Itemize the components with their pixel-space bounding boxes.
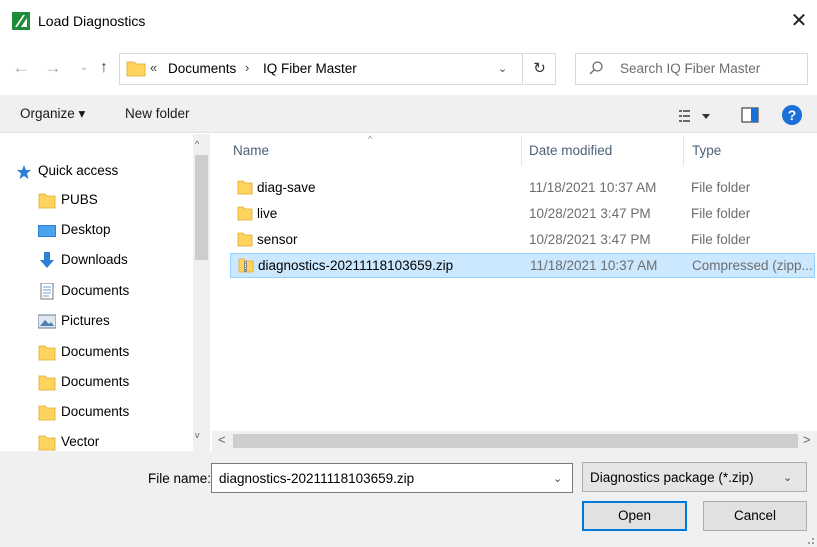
- nav-item-label: Desktop: [61, 222, 111, 237]
- nav-item-documents[interactable]: Documents ⚲: [38, 280, 221, 304]
- address-dropdown-icon[interactable]: ⌄: [498, 62, 507, 75]
- column-header-name[interactable]: Name: [233, 143, 269, 158]
- column-divider[interactable]: [683, 136, 684, 166]
- folder-icon: [237, 206, 253, 221]
- folder-icon: [38, 405, 56, 421]
- nav-item-label: Pictures: [61, 313, 110, 328]
- horizontal-scroll-thumb[interactable]: [233, 434, 798, 448]
- star-icon: [17, 165, 31, 179]
- zip-folder-icon: [238, 258, 254, 273]
- nav-item-documents-folder[interactable]: Documents: [38, 371, 188, 395]
- file-date: 10/28/2021 3:47 PM: [529, 206, 651, 221]
- preview-pane-icon[interactable]: [741, 107, 759, 123]
- nav-item-label: Downloads: [61, 252, 128, 267]
- folder-icon: [38, 375, 56, 391]
- file-name-label: File name:: [148, 471, 212, 486]
- file-row[interactable]: live 10/28/2021 3:47 PM File folder: [230, 202, 815, 227]
- download-icon: [40, 252, 54, 268]
- search-icon: [589, 61, 603, 75]
- file-date: 11/18/2021 10:37 AM: [529, 180, 657, 195]
- column-header-date[interactable]: Date modified: [529, 143, 612, 158]
- sort-ascending-icon: ^: [368, 134, 373, 144]
- search-placeholder: Search IQ Fiber Master: [620, 61, 761, 76]
- nav-item-documents-folder[interactable]: Documents: [38, 401, 188, 425]
- app-logo-icon: [12, 12, 30, 30]
- breadcrumb-overflow-icon[interactable]: «: [150, 60, 157, 75]
- nav-item-documents-folder[interactable]: Documents: [38, 341, 188, 365]
- pictures-icon: [38, 314, 56, 329]
- resize-grip-icon[interactable]: [803, 533, 815, 545]
- file-row-selected[interactable]: diagnostics-20211118103659.zip 11/18/202…: [230, 253, 815, 278]
- column-divider[interactable]: [521, 136, 522, 166]
- nav-item-label: Documents: [61, 344, 130, 359]
- nav-item-desktop[interactable]: Desktop ⚲: [38, 219, 221, 243]
- nav-item-label: PUBS: [61, 192, 98, 207]
- nav-item-pubs[interactable]: PUBS ⚲: [38, 189, 221, 213]
- desktop-icon: [38, 225, 56, 237]
- folder-icon: [38, 345, 56, 361]
- up-button[interactable]: ↑: [94, 54, 114, 82]
- nav-item-label: Vector: [61, 434, 100, 449]
- scroll-right-icon[interactable]: >: [803, 432, 811, 447]
- folder-icon: [38, 193, 56, 209]
- file-type: File folder: [691, 206, 751, 221]
- scroll-down-icon[interactable]: v: [195, 430, 200, 440]
- change-view-icon[interactable]: [678, 106, 718, 126]
- help-button[interactable]: ?: [782, 105, 802, 125]
- file-date: 10/28/2021 3:47 PM: [529, 232, 651, 247]
- file-name: live: [257, 206, 278, 221]
- nav-item-label: Documents: [61, 374, 130, 389]
- forward-button[interactable]: →: [43, 54, 63, 82]
- open-button[interactable]: Open: [582, 501, 687, 531]
- file-type: File folder: [691, 232, 751, 247]
- nav-item-label: Documents: [61, 283, 130, 298]
- file-name: sensor: [257, 232, 298, 247]
- recent-locations-button[interactable]: ⌄: [74, 54, 94, 82]
- file-name: diagnostics-20211118103659.zip: [258, 258, 454, 273]
- file-row[interactable]: sensor 10/28/2021 3:47 PM File folder: [230, 228, 815, 253]
- breadcrumb-documents[interactable]: Documents: [168, 61, 236, 76]
- file-name: diag-save: [257, 180, 316, 195]
- folder-icon: [237, 180, 253, 195]
- window-title: Load Diagnostics: [38, 13, 146, 29]
- new-folder-button[interactable]: New folder: [125, 106, 190, 121]
- folder-icon: [237, 232, 253, 247]
- file-type-value[interactable]: Diagnostics package (*.zip): [590, 470, 754, 485]
- file-name-value[interactable]: diagnostics-20211118103659.zip: [219, 471, 414, 486]
- scroll-left-icon[interactable]: <: [218, 432, 226, 447]
- quick-access-label: Quick access: [38, 163, 119, 178]
- file-row[interactable]: diag-save 11/18/2021 10:37 AM File folde…: [230, 176, 815, 201]
- documents-icon: [40, 283, 54, 300]
- file-type: Compressed (zipp...: [692, 258, 813, 273]
- quick-access-item[interactable]: Quick access: [16, 160, 206, 184]
- nav-item-pictures[interactable]: Pictures ⚲: [38, 310, 221, 334]
- nav-item-downloads[interactable]: Downloads ⚲: [38, 249, 221, 273]
- back-button[interactable]: ←: [11, 54, 31, 82]
- file-date: 11/18/2021 10:37 AM: [530, 258, 658, 273]
- nav-item-label: Documents: [61, 404, 130, 419]
- file-type: File folder: [691, 180, 751, 195]
- breadcrumb-iq-fiber-master[interactable]: IQ Fiber Master: [263, 61, 357, 76]
- scroll-up-icon[interactable]: ^: [195, 139, 199, 149]
- column-header-type[interactable]: Type: [692, 143, 721, 158]
- cancel-button[interactable]: Cancel: [703, 501, 807, 531]
- folder-icon: [126, 61, 146, 77]
- folder-icon: [38, 435, 56, 451]
- close-button[interactable]: ✕: [783, 6, 815, 36]
- refresh-button[interactable]: ↻: [524, 53, 556, 85]
- organize-button[interactable]: Organize ▾: [20, 106, 85, 122]
- file-type-dropdown-icon[interactable]: ⌄: [783, 471, 792, 484]
- nav-scroll-thumb[interactable]: [195, 155, 208, 260]
- breadcrumb-separator-icon[interactable]: ›: [245, 60, 249, 75]
- file-name-dropdown-icon[interactable]: ⌄: [553, 472, 562, 485]
